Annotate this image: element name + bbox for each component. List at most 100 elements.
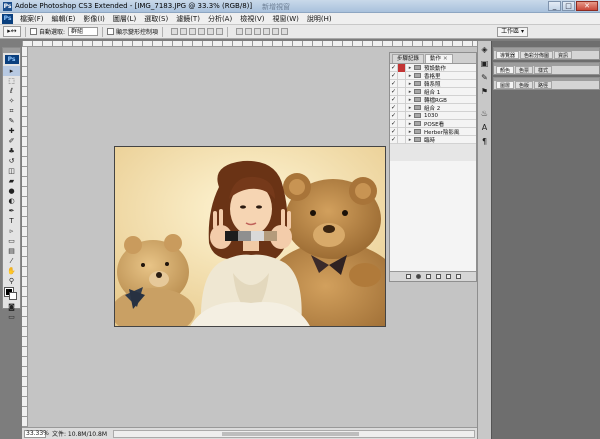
- horizontal-scrollbar[interactable]: [113, 429, 475, 438]
- toggle-item-checkbox[interactable]: ✓: [390, 95, 398, 104]
- eyedropper-tool-icon[interactable]: ✎: [3, 116, 20, 126]
- menu-select[interactable]: 選取(S): [140, 14, 172, 24]
- tab-channels[interactable]: 色版: [515, 81, 534, 89]
- notes-tool-icon[interactable]: ▤: [3, 246, 20, 256]
- close-button[interactable]: ✕: [576, 1, 598, 11]
- distribute-left-icon[interactable]: [263, 28, 271, 35]
- expand-triangle-icon[interactable]: ▸: [406, 73, 414, 79]
- eraser-tool-icon[interactable]: ◫: [3, 166, 20, 176]
- channels-panel-icon[interactable]: ▣: [479, 58, 490, 69]
- dialog-toggle-box[interactable]: [398, 135, 406, 144]
- distribute-right-icon[interactable]: [281, 28, 289, 35]
- expand-triangle-icon[interactable]: ▸: [406, 137, 414, 143]
- eyedropper-sample-tool-icon[interactable]: ⁄: [3, 256, 20, 266]
- zoom-tool-icon[interactable]: ⚲: [3, 276, 20, 286]
- dialog-toggle-box[interactable]: [398, 63, 406, 72]
- zoom-field[interactable]: 33.33%: [24, 429, 49, 438]
- transform-controls-checkbox[interactable]: [107, 28, 115, 35]
- toggle-item-checkbox[interactable]: ✓: [390, 71, 398, 80]
- dialog-toggle-box[interactable]: [398, 103, 406, 112]
- dialog-toggle-box[interactable]: [398, 79, 406, 88]
- brush-tool-icon[interactable]: ✐: [3, 136, 20, 146]
- menu-view[interactable]: 檢視(V): [236, 14, 268, 24]
- tool-preset-picker[interactable]: ▸↔: [3, 26, 21, 37]
- maximize-button[interactable]: □: [562, 1, 575, 11]
- healing-brush-tool-icon[interactable]: ✚: [3, 126, 20, 136]
- dialog-toggle-box[interactable]: [398, 127, 406, 136]
- tab-close-icon[interactable]: ✕: [443, 56, 448, 62]
- gradient-tool-icon[interactable]: ▰: [3, 176, 20, 186]
- expand-triangle-icon[interactable]: ▸: [406, 105, 414, 111]
- distribute-top-icon[interactable]: [236, 28, 244, 35]
- auto-select-dropdown[interactable]: 群組: [68, 27, 99, 36]
- brush-panel-icon[interactable]: ✎: [479, 72, 490, 83]
- vertical-ruler[interactable]: [22, 47, 28, 427]
- toggle-item-checkbox[interactable]: ✓: [390, 119, 398, 128]
- tab-color[interactable]: 顏色: [496, 66, 515, 74]
- tab-swatches[interactable]: 色票: [515, 66, 534, 74]
- dialog-toggle-box[interactable]: [398, 111, 406, 120]
- crop-tool-icon[interactable]: ⌗: [3, 106, 20, 116]
- align-hcenter-icon[interactable]: [207, 28, 215, 35]
- lasso-tool-icon[interactable]: ℓ: [3, 86, 20, 96]
- distribute-bottom-icon[interactable]: [254, 28, 262, 35]
- tool-presets-icon[interactable]: ⚑: [479, 86, 490, 97]
- action-set-row[interactable]: ✓ ▸ 臨時: [390, 135, 476, 144]
- auto-select-checkbox[interactable]: [30, 28, 37, 35]
- new-set-icon[interactable]: [435, 274, 441, 279]
- dialog-toggle-box[interactable]: [398, 95, 406, 104]
- document-image[interactable]: [114, 146, 386, 327]
- align-right-icon[interactable]: [216, 28, 224, 35]
- type-tool-icon[interactable]: T: [3, 216, 20, 226]
- play-icon[interactable]: [425, 274, 431, 279]
- ps-badge[interactable]: Ps: [4, 55, 19, 64]
- hand-tool-icon[interactable]: ✋: [3, 266, 20, 276]
- new-action-icon[interactable]: [445, 274, 451, 279]
- pen-tool-icon[interactable]: ✒: [3, 206, 20, 216]
- toggle-item-checkbox[interactable]: ✓: [390, 79, 398, 88]
- clone-stamp-tool-icon[interactable]: ♣: [3, 146, 20, 156]
- align-top-icon[interactable]: [171, 28, 179, 35]
- toggle-item-checkbox[interactable]: ✓: [390, 111, 398, 120]
- tab-styles[interactable]: 樣式: [534, 66, 553, 74]
- expand-triangle-icon[interactable]: ▸: [406, 65, 414, 71]
- tab-paths[interactable]: 路徑: [534, 81, 553, 89]
- menu-analysis[interactable]: 分析(A): [204, 14, 236, 24]
- distribute-hcenter-icon[interactable]: [272, 28, 280, 35]
- path-selection-tool-icon[interactable]: ▹: [3, 226, 20, 236]
- expand-triangle-icon[interactable]: ▸: [406, 121, 414, 127]
- dialog-toggle-box[interactable]: [398, 71, 406, 80]
- background-color-swatch[interactable]: [9, 292, 17, 300]
- paragraph-panel-icon[interactable]: ¶: [479, 136, 490, 147]
- blur-tool-icon[interactable]: ●: [3, 186, 20, 196]
- tab-actions[interactable]: 動作 ✕: [425, 54, 453, 63]
- clone-source-icon[interactable]: ♨: [479, 108, 490, 119]
- marquee-tool-icon[interactable]: ⬚: [3, 76, 20, 86]
- ps-logo[interactable]: Ps: [2, 13, 13, 24]
- dialog-toggle-box[interactable]: [398, 119, 406, 128]
- workspace-button[interactable]: 工作區 ▾: [497, 27, 528, 37]
- move-tool-icon[interactable]: ▸: [3, 66, 20, 76]
- delete-icon[interactable]: [455, 274, 461, 279]
- expand-triangle-icon[interactable]: ▸: [406, 97, 414, 103]
- align-left-icon[interactable]: [198, 28, 206, 35]
- toggle-item-checkbox[interactable]: ✓: [390, 127, 398, 136]
- toggle-item-checkbox[interactable]: ✓: [390, 63, 398, 72]
- menu-help[interactable]: 說明(H): [303, 14, 336, 24]
- shape-tool-icon[interactable]: ▭: [3, 236, 20, 246]
- toolbox-header[interactable]: [3, 48, 20, 53]
- align-vcenter-icon[interactable]: [180, 28, 188, 35]
- toggle-item-checkbox[interactable]: ✓: [390, 103, 398, 112]
- tab-histogram[interactable]: 色彩分佈圖: [520, 51, 554, 59]
- toggle-item-checkbox[interactable]: ✓: [390, 135, 398, 144]
- tab-history[interactable]: 步驟記錄: [392, 54, 425, 63]
- screen-mode-icon[interactable]: ▭: [3, 312, 20, 322]
- magic-wand-tool-icon[interactable]: ✧: [3, 96, 20, 106]
- expand-triangle-icon[interactable]: ▸: [406, 89, 414, 95]
- stop-icon[interactable]: [405, 274, 411, 279]
- distribute-vcenter-icon[interactable]: [245, 28, 253, 35]
- menu-filter[interactable]: 濾鏡(T): [172, 14, 204, 24]
- horizontal-ruler[interactable]: [22, 41, 477, 47]
- menu-layer[interactable]: 圖層(L): [109, 14, 140, 24]
- expand-triangle-icon[interactable]: ▸: [406, 129, 414, 135]
